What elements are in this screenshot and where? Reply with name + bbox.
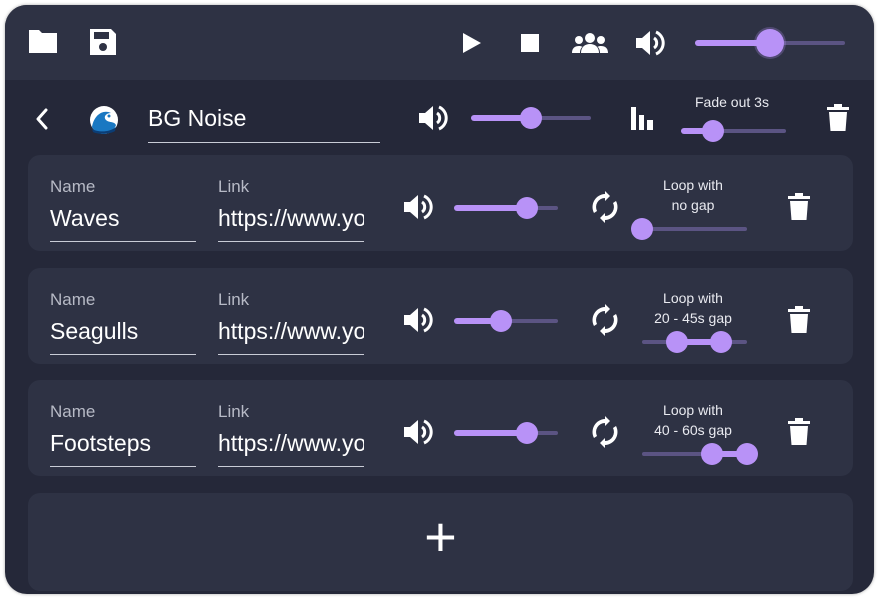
loop-icon[interactable] [590, 416, 620, 448]
sound-link-input[interactable]: https://www.youtube.com [218, 430, 364, 457]
loop-label: Loop with no gap [633, 175, 753, 215]
wave-logo-icon [89, 105, 119, 135]
delete-sound-icon[interactable] [788, 193, 810, 221]
gap-min-thumb[interactable] [665, 331, 688, 353]
gap-min-thumb[interactable] [700, 443, 723, 465]
sound-volume-icon[interactable] [403, 306, 433, 334]
sound-card-3: Name Footsteps Link https://www.youtube.… [28, 380, 853, 476]
stop-icon[interactable] [521, 34, 539, 52]
master-volume-slider[interactable] [695, 29, 845, 57]
loop-label-line1: Loop with [663, 290, 723, 306]
name-label: Name [50, 402, 96, 421]
name-label: Name [50, 177, 96, 196]
loop-icon[interactable] [590, 191, 620, 223]
top-toolbar [5, 5, 874, 80]
loop-label-line1: Loop with [663, 402, 723, 418]
add-plus-icon: + [424, 505, 457, 568]
sound-card-1: Name Waves Link https://www.youtube.com … [28, 155, 853, 251]
delete-sound-icon[interactable] [788, 418, 810, 446]
sound-volume-slider[interactable] [454, 422, 558, 444]
sound-link-input[interactable]: https://www.youtube.com [218, 318, 364, 345]
fade-label: Fade out 3s [695, 94, 769, 110]
scene-title-underline [148, 142, 380, 143]
sound-name-input[interactable]: Seagulls [50, 318, 196, 345]
name-label: Name [50, 290, 96, 309]
gap-range-slider[interactable] [642, 331, 747, 353]
scene-volume-icon[interactable] [418, 104, 448, 132]
play-icon[interactable] [462, 32, 482, 54]
scene-volume-slider[interactable] [471, 107, 591, 129]
loop-label-line2: no gap [671, 197, 715, 213]
loop-label: Loop with 40 - 60s gap [633, 400, 753, 440]
gap-range-slider[interactable] [631, 218, 747, 240]
delete-scene-icon[interactable] [827, 104, 849, 132]
add-sound-button[interactable]: + [28, 493, 853, 591]
gap-max-thumb[interactable] [736, 443, 758, 465]
scene-title[interactable]: BG Noise [148, 105, 378, 132]
sound-link-input[interactable]: https://www.youtube.com [218, 205, 364, 232]
loop-label-line2: 40 - 60s gap [654, 422, 732, 438]
fade-slider[interactable] [681, 120, 786, 142]
folder-icon[interactable] [27, 27, 59, 55]
group-icon[interactable] [571, 31, 609, 55]
sound-volume-icon[interactable] [403, 418, 433, 446]
sound-volume-icon[interactable] [403, 193, 433, 221]
sound-card-2: Name Seagulls Link https://www.youtube.c… [28, 268, 853, 364]
app-window: BG Noise Fade out 3s Name Waves Link htt… [5, 5, 874, 594]
gap-min-thumb[interactable] [631, 218, 653, 240]
sound-name-input[interactable]: Footsteps [50, 430, 196, 457]
link-label: Link [218, 402, 250, 421]
back-chevron-icon[interactable] [35, 108, 49, 130]
loop-label-line1: Loop with [663, 177, 723, 193]
sound-name-input[interactable]: Waves [50, 205, 196, 232]
loop-label-line2: 20 - 45s gap [654, 310, 732, 326]
sound-volume-slider[interactable] [454, 310, 558, 332]
sound-volume-slider[interactable] [454, 197, 558, 219]
equalizer-icon[interactable] [630, 105, 654, 131]
gap-range-slider[interactable] [642, 443, 758, 465]
gap-max-thumb[interactable] [709, 331, 732, 353]
master-volume-icon[interactable] [635, 29, 665, 57]
link-label: Link [218, 290, 250, 309]
link-label: Link [218, 177, 250, 196]
loop-icon[interactable] [590, 304, 620, 336]
delete-sound-icon[interactable] [788, 306, 810, 334]
loop-label: Loop with 20 - 45s gap [633, 288, 753, 328]
save-icon[interactable] [88, 27, 118, 57]
